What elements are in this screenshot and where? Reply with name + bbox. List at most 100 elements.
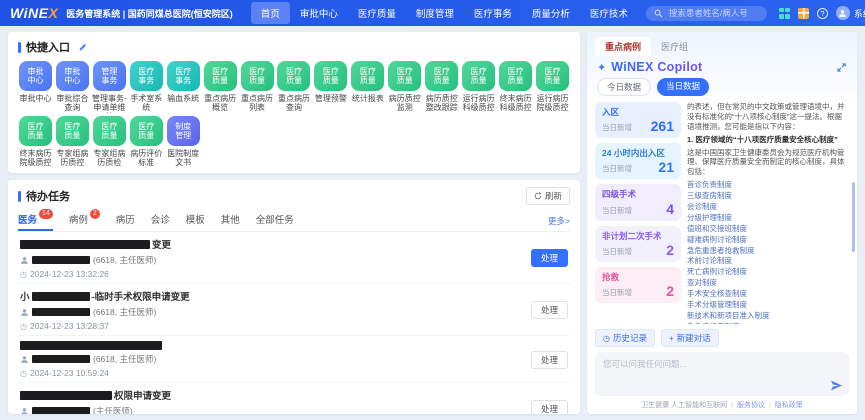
app-tile-label: 审批中心 — [19, 94, 51, 113]
todo-tabs-row: 医务14 病例2 病历 会诊 模板 其他全部任务 更多> — [18, 210, 570, 232]
header-icons: ? — [779, 8, 828, 19]
stat-sublabel: 当日新增 — [602, 205, 632, 216]
send-icon[interactable] — [830, 379, 843, 392]
app-tile-label: 管理预警 — [315, 94, 347, 113]
stat-name: 24 小时内出入区 — [602, 148, 674, 158]
quick-entry-item[interactable]: 医疗质量管理预警 — [313, 61, 348, 113]
quick-entry-item[interactable]: 医疗质量运行病历院级质控 — [535, 61, 570, 113]
quick-entry-item[interactable]: 医疗事务手术室系统 — [129, 61, 164, 113]
edit-icon[interactable] — [78, 42, 88, 52]
task-time-row: ◷2024-12-23 13:28:37 — [20, 321, 531, 331]
copilot-tab-重点病例[interactable]: 重点病例 — [595, 37, 651, 56]
task-assignee: (6618, 主任医师) — [20, 353, 531, 365]
todo-tab-会诊[interactable]: 会诊 — [151, 210, 170, 231]
app-tile-label: 专家组病历质检 — [92, 149, 127, 168]
data-tab-今日数据[interactable]: 今日数据 — [597, 78, 651, 96]
quick-entry-item[interactable]: 管理事务管理事务-申请单维护 — [92, 61, 127, 113]
task-title — [20, 341, 531, 350]
search-icon — [654, 9, 663, 18]
search-box[interactable] — [646, 6, 767, 21]
quick-entry-item[interactable]: 医疗质量重点病历查询 — [277, 61, 312, 113]
todo-tab-其他[interactable]: 其他 — [221, 210, 240, 231]
search-input[interactable] — [667, 7, 759, 19]
app-title: 医务管理系统 | 国药同煤总医院(恒安院区) — [66, 7, 233, 20]
app-tile-label: 医院制度文书 — [166, 149, 201, 168]
app-tile-text: 医疗质量 — [212, 67, 228, 85]
stat-card[interactable]: 24 小时内出入区当日新增21 — [595, 143, 681, 179]
refresh-icon — [534, 192, 542, 200]
nav-tab-医疗质量[interactable]: 医疗质量 — [348, 2, 406, 24]
task-assignee-detail: (6618, 主任医师) — [93, 254, 156, 266]
footer-link-privacy[interactable]: 隐私政策 — [775, 400, 803, 410]
chat-input[interactable] — [595, 352, 849, 396]
nav-tab-医疗事务[interactable]: 医疗事务 — [464, 2, 522, 24]
task-title-text: 小 — [20, 289, 30, 303]
todo-tab-病历[interactable]: 病历 — [116, 210, 135, 231]
copilot-tab-strip: 重点病例医疗组 — [587, 32, 857, 56]
app-tile-label: 统计报表 — [352, 94, 384, 113]
quick-entry-item[interactable]: 审批中心审批中心 — [18, 61, 53, 113]
stat-card[interactable]: 抢救当日新增2 — [595, 267, 681, 303]
handle-button[interactable]: 处理 — [531, 249, 568, 267]
todo-tab-病例[interactable]: 病例2 — [69, 210, 100, 231]
quick-entry-item[interactable]: 医疗质量重点病历概览 — [203, 61, 238, 113]
quick-entry-item[interactable]: 医疗质量终末病历科级质控 — [498, 61, 533, 113]
app-tile-text: 医疗质量 — [101, 122, 117, 140]
handle-button[interactable]: 处理 — [531, 301, 568, 319]
quick-entry-item[interactable]: 医疗质量专家组病历质控 — [55, 116, 90, 168]
nav-tab-质量分析[interactable]: 质量分析 — [522, 2, 580, 24]
quick-entry-item[interactable]: 制度管理医院制度文书 — [166, 116, 201, 168]
quick-entry-item[interactable]: 医疗质量病历质控监测 — [387, 61, 422, 113]
expand-icon[interactable] — [836, 62, 847, 73]
stat-card[interactable]: 四级手术当日新增4 — [595, 184, 681, 220]
todo-tab-模板[interactable]: 模板 — [186, 210, 205, 231]
quick-entry-item[interactable]: 医疗质量终末病历院级质控 — [18, 116, 53, 168]
redacted-text — [20, 341, 162, 350]
stat-card[interactable]: 入区当日新增261 — [595, 102, 681, 138]
handle-button[interactable]: 处理 — [531, 400, 568, 414]
task-assignee-detail: (6618, 主任医师) — [93, 306, 156, 318]
redacted-text — [20, 391, 112, 400]
quick-entry-item[interactable]: 医疗质量运行病历科级质控 — [461, 61, 496, 113]
scrollbar-thumb[interactable] — [852, 182, 855, 252]
task-timestamp: 2024-12-23 13:28:37 — [30, 321, 109, 331]
app-tile-label: 专家组病历质控 — [55, 149, 90, 168]
more-link[interactable]: 更多> — [548, 215, 570, 227]
handle-button[interactable]: 处理 — [531, 351, 568, 369]
todo-tab-label: 会诊 — [151, 212, 170, 226]
quick-entry-item[interactable]: 医疗质量重点病历列表 — [240, 61, 275, 113]
new-chat-button[interactable]: + 新建对话 — [661, 329, 719, 347]
stat-card[interactable]: 非计划二次手术当日新增2 — [595, 226, 681, 262]
app-tile: 医疗质量 — [56, 116, 89, 146]
quick-entry-item[interactable]: 医疗质量专家组病历质检 — [92, 116, 127, 168]
quick-entry-item[interactable]: 医疗质量病历评价标准 — [129, 116, 164, 168]
quick-entry-item[interactable]: 审批中心审批综合查询 — [55, 61, 90, 113]
copilot-tab-医疗组[interactable]: 医疗组 — [651, 37, 698, 56]
app-logo-text: WiNEX — [10, 5, 58, 21]
stat-value: 21 — [658, 160, 674, 174]
gift-icon[interactable] — [798, 8, 809, 19]
quick-entry-grid: 审批中心审批中心审批中心审批综合查询管理事务管理事务-申请单维护医疗事务手术室系… — [18, 61, 570, 168]
todo-tab-医务[interactable]: 医务14 — [18, 210, 53, 231]
stat-value: 2 — [666, 284, 674, 298]
user-menu[interactable]: 系统管理员 — [836, 6, 865, 20]
quick-entry-item[interactable]: 医疗质量统计报表 — [350, 61, 385, 113]
nav-tab-首页[interactable]: 首页 — [251, 2, 290, 24]
chat-input-box[interactable] — [595, 352, 849, 396]
quick-entry-item[interactable]: 医疗质量病历质控整改跟踪 — [424, 61, 459, 113]
app-tile-text: 审批中心 — [27, 67, 43, 85]
help-icon[interactable]: ? — [817, 8, 828, 19]
badge-count: 2 — [90, 209, 100, 219]
history-icon: ◷ — [603, 334, 610, 343]
footer-link-agreement[interactable]: 服务协议 — [737, 400, 765, 410]
nav-tab-审批中心[interactable]: 审批中心 — [290, 2, 348, 24]
nav-tab-制度管理[interactable]: 制度管理 — [406, 2, 464, 24]
todo-tab-全部任务[interactable]: 全部任务 — [256, 210, 294, 231]
nav-tab-医疗技术[interactable]: 医疗技术 — [580, 2, 638, 24]
quick-entry-item[interactable]: 医疗事务输血系统 — [166, 61, 201, 113]
todo-tab-label: 模板 — [186, 212, 205, 226]
apps-icon[interactable] — [779, 8, 790, 19]
refresh-button[interactable]: 刷新 — [526, 187, 570, 205]
history-button[interactable]: ◷ 历史记录 — [595, 329, 655, 347]
data-tab-当日数据[interactable]: 当日数据 — [657, 78, 709, 96]
